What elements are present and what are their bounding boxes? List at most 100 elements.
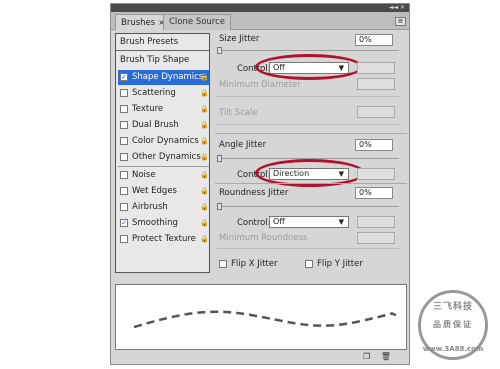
option-label: Noise bbox=[132, 170, 156, 180]
lock-icon[interactable]: 🔒 bbox=[200, 137, 209, 145]
size-control-extra-field bbox=[357, 62, 395, 74]
option-noise[interactable]: Noise 🔒 bbox=[118, 168, 209, 183]
min-diameter-field bbox=[357, 78, 395, 90]
checkbox-shape-dynamics[interactable]: ✓ bbox=[120, 73, 128, 81]
lock-icon[interactable]: 🔒 bbox=[200, 121, 209, 129]
tilt-scale-label: Tilt Scale bbox=[219, 108, 258, 118]
size-jitter-slider[interactable] bbox=[217, 50, 399, 51]
checkbox-airbrush[interactable] bbox=[120, 203, 128, 211]
checkbox-dual-brush[interactable] bbox=[120, 121, 128, 129]
roundness-jitter-slider[interactable] bbox=[217, 206, 399, 207]
option-label: Airbrush bbox=[132, 202, 168, 212]
window-buttons[interactable]: ◄◄ ✕ bbox=[389, 4, 405, 12]
divider bbox=[215, 183, 407, 184]
min-roundness-slider bbox=[217, 248, 399, 249]
option-shape-dynamics[interactable]: ✓ Shape Dynamics 🔒 bbox=[118, 70, 209, 85]
angle-jitter-thumb[interactable] bbox=[217, 155, 222, 162]
checkbox-color-dynamics[interactable] bbox=[120, 137, 128, 145]
bottom-toolbar: ❐ 🗑 bbox=[355, 352, 391, 361]
tab-clone-source-label: Clone Source bbox=[169, 17, 226, 27]
brushes-panel: ◄◄ ✕ Brushes × Clone Source ≡ Brush Prese… bbox=[110, 3, 410, 365]
watermark-seal: 三飞科技 品质保证 www.3A88.com bbox=[418, 290, 488, 360]
roundness-control-select[interactable]: Off ▼ bbox=[269, 216, 349, 228]
trash-icon[interactable]: 🗑 bbox=[381, 352, 391, 361]
lock-icon[interactable]: 🔒 bbox=[200, 73, 209, 81]
highlight-ring bbox=[255, 54, 363, 80]
checkbox-other-dynamics[interactable] bbox=[120, 153, 128, 161]
lock-icon[interactable]: 🔒 bbox=[200, 153, 209, 161]
size-jitter-thumb[interactable] bbox=[217, 47, 222, 54]
dashed-stroke bbox=[133, 310, 397, 329]
min-diameter-slider bbox=[217, 96, 399, 97]
checkbox-noise[interactable] bbox=[120, 171, 128, 179]
panel-titlebar: ◄◄ ✕ bbox=[111, 4, 409, 12]
checkbox-smoothing[interactable]: ✓ bbox=[120, 219, 128, 227]
watermark-mid-text: 品质保证 bbox=[433, 320, 473, 329]
roundness-control-value: Off bbox=[273, 217, 285, 226]
checkbox-wet-edges[interactable] bbox=[120, 187, 128, 195]
checkbox-scattering[interactable] bbox=[120, 89, 128, 97]
option-smoothing[interactable]: ✓ Smoothing 🔒 bbox=[118, 216, 209, 231]
watermark-url: www.3A88.com bbox=[422, 345, 484, 353]
flip-x-label: Flip X Jitter bbox=[231, 259, 278, 269]
stroke-preview-svg bbox=[133, 310, 397, 329]
angle-control-extra-field bbox=[357, 168, 395, 180]
control-label: Control: bbox=[237, 218, 271, 228]
option-label: Shape Dynamics bbox=[132, 72, 204, 82]
lock-icon[interactable]: 🔒 bbox=[200, 203, 209, 211]
option-label: Other Dynamics bbox=[132, 152, 201, 162]
brush-presets-button[interactable]: Brush Presets bbox=[116, 34, 209, 51]
lock-icon[interactable]: 🔒 bbox=[200, 187, 209, 195]
option-texture[interactable]: Texture 🔒 bbox=[118, 102, 209, 117]
divider bbox=[215, 133, 407, 134]
flip-x-checkbox[interactable] bbox=[219, 260, 227, 268]
roundness-jitter-field[interactable]: 0% bbox=[355, 187, 393, 199]
angle-jitter-field[interactable]: 0% bbox=[355, 139, 393, 151]
angle-jitter-label: Angle Jitter bbox=[219, 140, 267, 150]
roundness-jitter-label: Roundness Jitter bbox=[219, 188, 289, 198]
lock-icon[interactable]: 🔒 bbox=[200, 219, 209, 227]
brush-options-list: Brush Presets Brush Tip Shape ✓ Shape Dy… bbox=[115, 33, 210, 273]
option-dual-brush[interactable]: Dual Brush 🔒 bbox=[118, 118, 209, 133]
watermark-top-text: 三飞科技 bbox=[432, 302, 473, 312]
option-label: Wet Edges bbox=[132, 186, 177, 196]
divider bbox=[118, 166, 209, 167]
tilt-scale-field bbox=[357, 106, 395, 118]
tab-clone-source[interactable]: Clone Source bbox=[163, 14, 232, 30]
chevron-down-icon: ▼ bbox=[338, 218, 344, 226]
checkbox-protect-texture[interactable] bbox=[120, 235, 128, 243]
option-label: Protect Texture bbox=[132, 234, 196, 244]
lock-icon[interactable]: 🔒 bbox=[200, 89, 209, 97]
size-jitter-field[interactable]: 0% bbox=[355, 34, 393, 46]
option-scattering[interactable]: Scattering 🔒 bbox=[118, 86, 209, 101]
checkbox-texture[interactable] bbox=[120, 105, 128, 113]
option-other-dynamics[interactable]: Other Dynamics 🔒 bbox=[118, 150, 209, 165]
option-label: Dual Brush bbox=[132, 120, 179, 130]
lock-icon[interactable]: 🔒 bbox=[200, 235, 209, 243]
new-preset-icon[interactable]: ❐ bbox=[363, 352, 370, 361]
tab-row: Brushes × Clone Source ≡ bbox=[111, 12, 409, 30]
option-color-dynamics[interactable]: Color Dynamics 🔒 bbox=[118, 134, 209, 149]
min-roundness-label: Minimum Roundness bbox=[219, 233, 308, 243]
option-label: Smoothing bbox=[132, 218, 178, 228]
option-wet-edges[interactable]: Wet Edges 🔒 bbox=[118, 184, 209, 199]
lock-icon[interactable]: 🔒 bbox=[200, 171, 209, 179]
option-protect-texture[interactable]: Protect Texture 🔒 bbox=[118, 232, 209, 247]
flip-y-checkbox[interactable] bbox=[305, 260, 313, 268]
panel-menu-icon[interactable]: ≡ bbox=[395, 17, 406, 26]
lock-icon[interactable]: 🔒 bbox=[200, 105, 209, 113]
tab-brushes-label: Brushes bbox=[121, 18, 156, 28]
size-jitter-label: Size Jitter bbox=[219, 34, 260, 44]
option-label: Texture bbox=[132, 104, 164, 114]
brush-tip-shape-item[interactable]: Brush Tip Shape bbox=[116, 54, 209, 68]
roundness-jitter-thumb[interactable] bbox=[217, 203, 222, 210]
option-airbrush[interactable]: Airbrush 🔒 bbox=[118, 200, 209, 215]
roundness-control-extra-field bbox=[357, 216, 395, 228]
option-label: Scattering bbox=[132, 88, 176, 98]
option-label: Color Dynamics bbox=[132, 136, 199, 146]
shape-dynamics-settings: Size Jitter 0% Control: Off ▼ Minimum Di… bbox=[215, 30, 407, 278]
brush-stroke-preview bbox=[115, 284, 407, 350]
min-diameter-label: Minimum Diameter bbox=[219, 80, 301, 90]
flip-y-label: Flip Y Jitter bbox=[317, 259, 363, 269]
min-roundness-field bbox=[357, 232, 395, 244]
